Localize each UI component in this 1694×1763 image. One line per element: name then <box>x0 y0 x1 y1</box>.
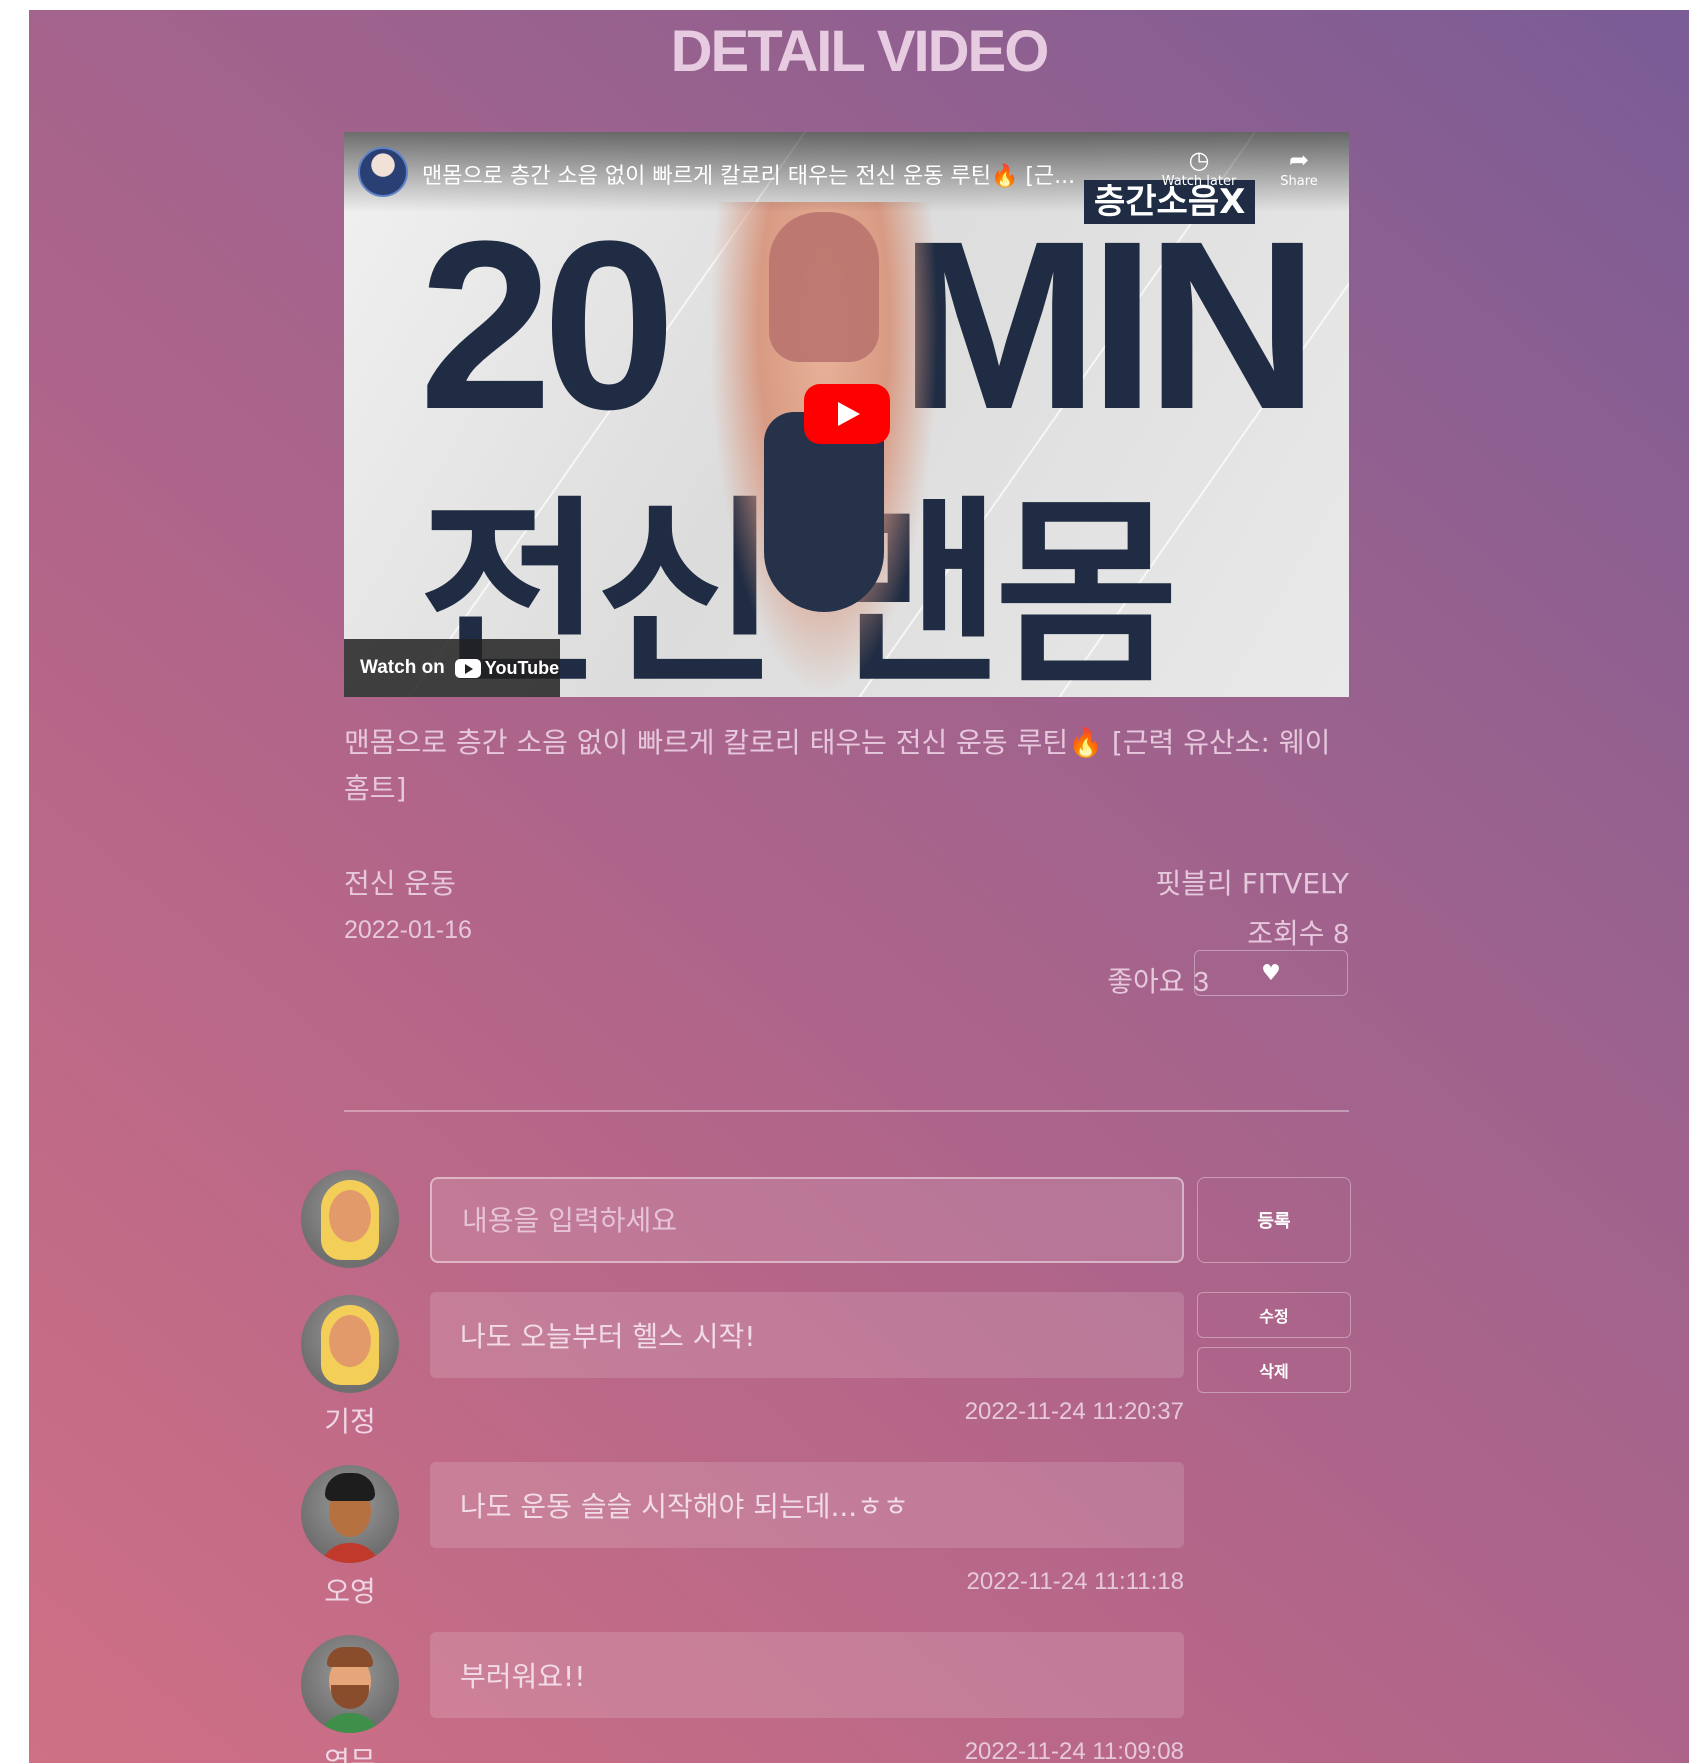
watch-on-youtube-button[interactable]: Watch on YouTube <box>344 639 560 697</box>
youtube-logo: YouTube <box>454 658 559 679</box>
comment-author: 기정 <box>324 1405 376 1438</box>
comment-text: 나도 오늘부터 헬스 시작! <box>430 1292 1184 1378</box>
video-player[interactable]: 20 MIN 전신 맨몸 맨몸으로 층간 소음 없이 빠르게 칼로리 태우는 전… <box>344 132 1349 697</box>
comment-input[interactable] <box>430 1177 1184 1263</box>
share-icon: ➦ <box>1288 146 1310 174</box>
video-date: 2022-01-16 <box>344 916 472 944</box>
play-button[interactable] <box>804 384 890 444</box>
video-category: 전신 운동 <box>344 867 456 900</box>
comment-text: 부러워요!! <box>430 1632 1184 1718</box>
avatar <box>301 1295 399 1393</box>
comment-timestamp: 2022-11-24 11:09:08 <box>964 1738 1184 1763</box>
edit-comment-button[interactable]: 수정 <box>1197 1292 1351 1338</box>
watch-later-button[interactable]: ◷ Watch later <box>1139 146 1259 189</box>
comment-text: 나도 운동 슬슬 시작해야 되는데...ㅎㅎ <box>430 1462 1184 1548</box>
like-button[interactable]: ♥ <box>1194 950 1348 996</box>
video-embed-title[interactable]: 맨몸으로 층간 소음 없이 빠르게 칼로리 태우는 전신 운동 루틴🔥 [근..… <box>422 158 1112 190</box>
watch-on-label: Watch on <box>360 657 445 678</box>
comment-author: 오영 <box>324 1575 376 1608</box>
comment-author: 영무 <box>324 1745 376 1763</box>
channel-name: 핏블리 FITVELY <box>1155 867 1349 900</box>
submit-comment-button[interactable]: 등록 <box>1197 1177 1351 1263</box>
clock-icon: ◷ <box>1188 146 1210 174</box>
comment-timestamp: 2022-11-24 11:11:18 <box>966 1568 1184 1595</box>
share-button[interactable]: ➦ Share <box>1264 146 1334 189</box>
heart-icon: ♥ <box>1261 960 1281 986</box>
divider <box>344 1110 1349 1112</box>
avatar <box>301 1465 399 1563</box>
avatar <box>301 1170 399 1268</box>
youtube-icon <box>454 658 481 678</box>
view-count: 조회수 8 <box>1247 917 1349 950</box>
thumbnail-unit: MIN <box>899 191 1319 459</box>
play-icon <box>838 402 860 426</box>
thumbnail-number: 20 <box>419 191 676 459</box>
thumbnail-person <box>709 202 939 697</box>
video-description: 맨몸으로 층간 소음 없이 빠르게 칼로리 태우는 전신 운동 루틴🔥 [근력 … <box>344 726 1331 805</box>
avatar <box>301 1635 399 1733</box>
page-title: DETAIL VIDEO <box>670 19 1050 84</box>
delete-comment-button[interactable]: 삭제 <box>1197 1347 1351 1393</box>
like-count: 좋아요 3 <box>1107 965 1209 998</box>
channel-avatar[interactable] <box>358 147 408 197</box>
page-background: DETAIL VIDEO 20 MIN 전신 맨몸 맨몸으로 층간 소음 없이 … <box>29 10 1689 1763</box>
comment-timestamp: 2022-11-24 11:20:37 <box>964 1398 1184 1425</box>
